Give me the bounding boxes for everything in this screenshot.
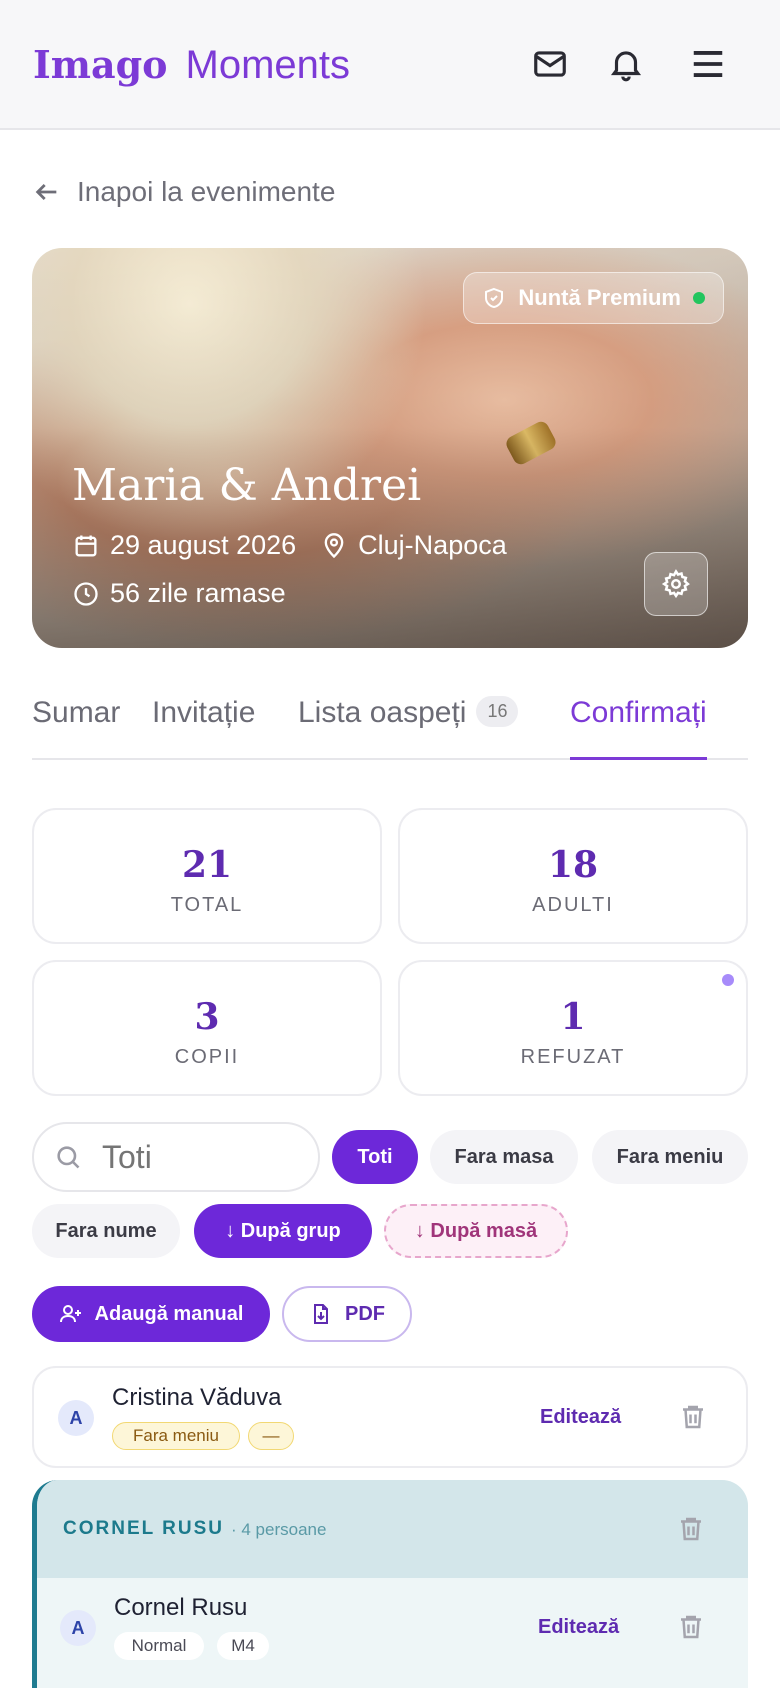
event-hero-card: Nuntă Premium Maria & Andrei 29 august 2… [32, 248, 748, 648]
filter-label: Toti [357, 1145, 393, 1168]
gear-icon [661, 569, 690, 599]
top-bar: Imago Moments [0, 0, 780, 130]
group-count: · 4 persoane [231, 1520, 327, 1539]
tab-lista-oaspeti[interactable]: Lista oaspeți 16 [298, 695, 519, 760]
stat-total: 21 TOTAL [32, 808, 382, 944]
guest-name: Cornel Rusu [114, 1594, 248, 1621]
logo-imago: Imago [33, 42, 168, 87]
stat-kids: 3 COPII [32, 960, 382, 1096]
tag-table: M4 [217, 1632, 269, 1660]
tab-confirmati[interactable]: Confirmați [570, 696, 707, 760]
group-header: CORNEL RUSU · 4 persoane [37, 1480, 748, 1578]
stat-adults-value: 18 [547, 844, 599, 886]
days-left: 56 zile ramase [110, 578, 286, 608]
tag-table: — [248, 1422, 294, 1450]
clock-icon [74, 581, 98, 606]
tab-label: Invitație [152, 696, 256, 729]
edit-guest-link[interactable]: Editează [538, 1616, 619, 1639]
delete-guest-button[interactable] [676, 1612, 706, 1642]
indicator-dot [722, 974, 734, 986]
sort-by-table[interactable]: ↓ După masă [384, 1204, 568, 1258]
trash-icon [681, 1517, 701, 1541]
tag-no-menu: Fara meniu [112, 1422, 240, 1450]
file-download-icon [314, 1304, 328, 1324]
stat-total-value: 21 [181, 844, 233, 886]
user-plus-icon [59, 1305, 81, 1323]
event-date: 29 august 2026 [110, 530, 297, 560]
filter-no-menu[interactable]: Fara meniu [592, 1130, 748, 1184]
filter-all[interactable]: Toti [332, 1130, 418, 1184]
arrow-left-icon [35, 184, 57, 200]
tag-menu-type: Normal [114, 1632, 204, 1660]
tab-invitatie[interactable]: Invitație [152, 696, 255, 760]
sort-label: ↓ După grup [225, 1219, 341, 1242]
edit-guest-link[interactable]: Editează [540, 1406, 621, 1429]
tab-label: Sumar [32, 696, 121, 729]
delete-guest-button[interactable] [678, 1402, 708, 1432]
event-tabs: Sumar Invitație Lista oaspeți 16 Confirma… [32, 690, 748, 760]
stat-refused-value: 1 [560, 996, 586, 1038]
add-manual-label: Adaugă manual [94, 1302, 244, 1325]
shield-check-icon [485, 287, 504, 309]
stat-kids-label: COPII [174, 1046, 240, 1068]
add-guest-manual-button[interactable]: Adaugă manual [32, 1286, 270, 1342]
guest-search[interactable] [32, 1122, 320, 1192]
back-to-events-link[interactable]: Inapoi la evenimente [33, 176, 335, 208]
delete-group-button[interactable] [676, 1514, 706, 1544]
filter-no-name[interactable]: Fara nume [32, 1204, 180, 1258]
avatar: A [58, 1400, 94, 1436]
stat-refused-label: REFUZAT [520, 1046, 626, 1068]
tab-label: Lista oaspeți [298, 696, 467, 729]
sort-label: ↓ După masă [414, 1219, 538, 1242]
guest-count-badge: 16 [476, 695, 519, 727]
status-dot [693, 292, 705, 304]
group-title: CORNEL RUSU [63, 1518, 224, 1539]
guest-card: A Cristina Văduva Fara meniu — Editează [32, 1366, 748, 1468]
event-date-location: 29 august 2026 Cluj-Napoca [72, 530, 507, 561]
search-icon [57, 1146, 80, 1169]
tab-sumar[interactable]: Sumar [32, 696, 120, 760]
stat-total-label: TOTAL [170, 894, 244, 916]
filter-label: Fara nume [55, 1219, 157, 1242]
premium-badge: Nuntă Premium [463, 272, 724, 324]
search-input[interactable] [102, 1138, 282, 1176]
pdf-label: PDF [345, 1302, 385, 1325]
tab-label: Confirmați [570, 696, 707, 729]
stat-adults: 18 ADULTI [398, 808, 748, 944]
export-pdf-button[interactable]: PDF [282, 1286, 412, 1342]
app-logo[interactable]: Imago Moments [33, 42, 350, 88]
trash-icon [681, 1615, 701, 1639]
event-title: Maria & Andrei [72, 460, 422, 511]
stat-kids-value: 3 [194, 996, 220, 1038]
event-location: Cluj-Napoca [358, 530, 507, 560]
stat-adults-label: ADULTI [532, 894, 614, 916]
filter-no-table[interactable]: Fara masa [430, 1130, 578, 1184]
avatar: A [60, 1610, 96, 1646]
menu-icon[interactable] [684, 40, 732, 88]
event-countdown: 56 zile ramase [72, 578, 286, 609]
stat-refused: 1 REFUZAT [398, 960, 748, 1096]
bell-icon[interactable] [602, 40, 650, 88]
guest-group-card: CORNEL RUSU · 4 persoane A Cornel Rusu N… [32, 1480, 748, 1688]
sort-by-group[interactable]: ↓ După grup [194, 1204, 372, 1258]
calendar-icon [75, 535, 97, 556]
premium-badge-label: Nuntă Premium [518, 285, 681, 310]
trash-icon [683, 1405, 703, 1429]
logo-moments: Moments [185, 43, 351, 87]
event-settings-button[interactable] [644, 552, 708, 616]
guest-name: Cristina Văduva [112, 1384, 282, 1411]
mail-icon[interactable] [526, 40, 574, 88]
location-pin-icon [324, 532, 344, 558]
back-link-label: Inapoi la evenimente [77, 176, 336, 207]
filter-label: Fara meniu [616, 1145, 724, 1168]
filter-label: Fara masa [454, 1145, 554, 1168]
